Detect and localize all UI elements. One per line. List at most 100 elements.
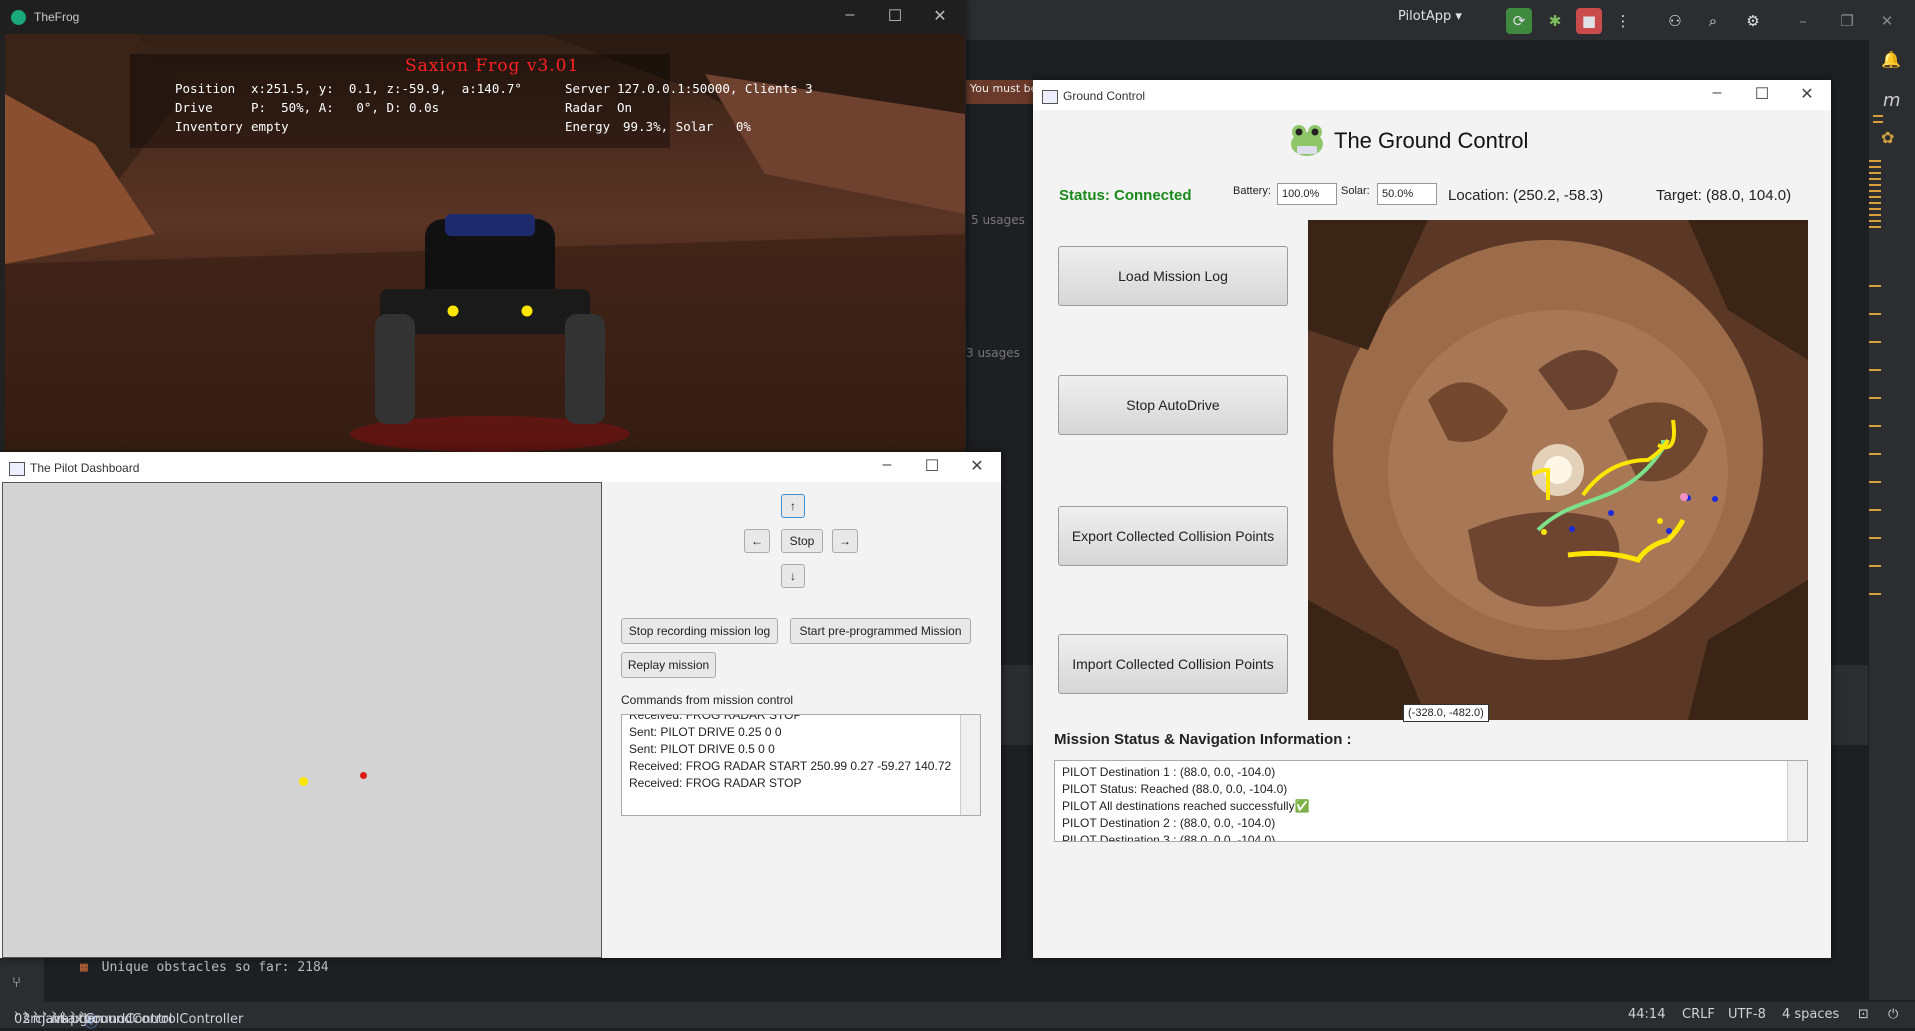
hud-server-value: 127.0.0.1:50000, Clients 3 [617, 81, 813, 96]
lock-icon[interactable]: ⊡ [1858, 1007, 1869, 1022]
search-icon[interactable]: ⌕ [1700, 8, 1726, 34]
terrain-map[interactable] [1308, 220, 1808, 720]
log-line: Sent: PILOT DRIVE 0.5 0 0 [629, 742, 775, 756]
turn-right-button[interactable]: → [832, 529, 858, 553]
radar-canvas[interactable] [2, 482, 602, 958]
stop-recording-button[interactable]: Stop recording mission log [621, 618, 778, 644]
line-separator[interactable]: CRLF [1682, 1007, 1715, 1022]
info-heading: Mission Status & Navigation Information … [1054, 731, 1352, 748]
hud-drive-value: P: 50%, A: 0°, D: 0.0s [251, 100, 440, 115]
maximize-icon[interactable]: ☐ [912, 456, 952, 476]
ground-titlebar[interactable]: Ground Control – ☐ ✕ [1033, 80, 1831, 110]
git-icon[interactable]: ⑂ [12, 973, 21, 991]
drive-forward-button[interactable]: ↑ [781, 494, 805, 518]
maximize-icon[interactable]: ☐ [1742, 84, 1782, 104]
frog-3d-view[interactable]: Saxion Frog v3.01 Position x:251.5, y: 0… [5, 34, 965, 452]
app-icon [9, 462, 25, 476]
frog-logo-icon [1289, 122, 1325, 158]
maven-icon[interactable]: m [1883, 90, 1901, 111]
plugin-icon[interactable]: ✿ [1881, 128, 1894, 147]
file-encoding[interactable]: UTF-8 [1728, 1007, 1766, 1022]
terrain-scene [5, 34, 965, 452]
export-collision-points-button[interactable]: Export Collected Collision Points [1058, 506, 1288, 566]
load-mission-log-button[interactable]: Load Mission Log [1058, 246, 1288, 306]
window-title: TheFrog [34, 10, 80, 24]
log-line: Received: FROG RADAR STOP [629, 776, 802, 790]
error-stripe [1869, 285, 1881, 605]
stop-icon[interactable]: ■ [1576, 8, 1602, 34]
solar-label: Solar: [1341, 185, 1370, 197]
settings-icon[interactable]: ⚙ [1740, 8, 1766, 34]
close-icon[interactable]: ✕ [957, 456, 997, 476]
indent-setting[interactable]: 4 spaces [1782, 1007, 1839, 1022]
commands-log[interactable]: Received: FROG RADAR STOP Sent: PILOT DR… [621, 714, 981, 816]
status-bar: 02 › src › main › java › nl › saxion › p… [0, 1002, 1915, 1031]
hud-energy-label: Energy [565, 119, 611, 134]
replay-mission-button[interactable]: Replay mission [621, 652, 716, 678]
usages-hint: 3 usages [966, 346, 1020, 360]
import-collision-points-button[interactable]: Import Collected Collision Points [1058, 634, 1288, 694]
info-line: PILOT All destinations reached successfu… [1062, 799, 1310, 813]
info-line: PILOT Destination 3 : (88.0, 0.0, -104.0… [1062, 833, 1276, 842]
hud-radar-value: On [617, 100, 633, 115]
debug-icon[interactable]: ✱ [1542, 8, 1568, 34]
usages-hint: 5 usages [971, 213, 1025, 227]
close-icon[interactable]: ✕ [1787, 84, 1827, 104]
minimize-icon[interactable]: – [1697, 84, 1737, 102]
more-icon[interactable]: ⋮ [1610, 8, 1636, 34]
hud-drive-label: Drive [175, 100, 213, 115]
minimize-icon[interactable]: – [867, 456, 907, 474]
app-heading: The Ground Control [1334, 128, 1529, 153]
frog-position-marker [299, 777, 308, 786]
window-title: Ground Control [1063, 89, 1146, 103]
error-stripe [1869, 160, 1881, 230]
map-canvas [1308, 220, 1808, 720]
commands-label: Commands from mission control [621, 693, 794, 707]
rerun-icon[interactable]: ⟳ [1506, 8, 1532, 34]
ide-restore-icon[interactable]: ❐ [1834, 8, 1860, 34]
info-scrollbar[interactable] [1787, 761, 1807, 841]
cursor-position[interactable]: 44:14 [1628, 1007, 1665, 1022]
location-label: Location: (250.2, -58.3) [1448, 187, 1604, 204]
start-mission-button[interactable]: Start pre-programmed Mission [790, 618, 971, 644]
battery-label: Battery: [1233, 185, 1271, 197]
console-line: Unique obstacles so far: 2184 [101, 960, 329, 975]
maximize-icon[interactable]: ☐ [875, 6, 915, 26]
stop-autodrive-button[interactable]: Stop AutoDrive [1058, 375, 1288, 435]
close-icon[interactable]: ✕ [920, 6, 960, 26]
hud-pos-label: Position [175, 81, 236, 96]
battery-field[interactable]: 100.0% [1277, 183, 1337, 205]
turn-left-button[interactable]: ← [744, 529, 770, 553]
app-icon [1042, 90, 1058, 104]
hud-pos-value: x:251.5, y: 0.1, z:-59.9, a:140.7° [251, 81, 522, 96]
drive-backward-button[interactable]: ↓ [781, 564, 805, 588]
hud-server-label: Server [565, 81, 611, 96]
map-coordinate-tooltip: (-328.0, -482.0) [1403, 704, 1489, 722]
hud-inventory-value: empty [251, 119, 289, 134]
info-line: PILOT Destination 2 : (88.0, 0.0, -104.0… [1062, 816, 1276, 830]
ide-minimize-icon[interactable]: – [1790, 8, 1816, 34]
run-config-selector[interactable]: PilotApp ▾ [1398, 9, 1462, 24]
crumb[interactable]: GroundControlController [85, 1012, 244, 1027]
pilot-titlebar[interactable]: The Pilot Dashboard – ☐ ✕ [0, 452, 1001, 482]
brick-icon: ▦ [80, 960, 88, 975]
log-line: Received: FROG RADAR START 250.99 0.27 -… [629, 759, 952, 773]
frog-titlebar[interactable]: TheFrog – ☐ ✕ [0, 0, 966, 34]
hud-radar-label: Radar [565, 100, 603, 115]
log-scrollbar[interactable] [960, 715, 980, 815]
account-icon[interactable]: ⚇ [1662, 8, 1688, 34]
log-line: Received: FROG RADAR STOP [629, 714, 802, 722]
hud-title: Saxion Frog v3.01 [405, 56, 580, 76]
pilot-window: The Pilot Dashboard – ☐ ✕ ↑ ← Stop → ↓ S… [0, 452, 1001, 958]
minimize-icon[interactable]: – [830, 6, 870, 24]
solar-field[interactable]: 50.0% [1377, 183, 1437, 205]
target-label: Target: (88.0, 104.0) [1656, 187, 1792, 204]
ide-close-icon[interactable]: ✕ [1874, 8, 1900, 34]
stop-button[interactable]: Stop [781, 529, 823, 553]
navigation-info-list[interactable]: PILOT Destination 1 : (88.0, 0.0, -104.0… [1054, 760, 1808, 842]
info-line: PILOT Destination 1 : (88.0, 0.0, -104.0… [1062, 765, 1276, 779]
power-icon[interactable]: ⏻ [1888, 1007, 1898, 1022]
notifications-icon[interactable]: 🔔 [1881, 50, 1901, 69]
info-line: PILOT Status: Reached (88.0, 0.0, -104.0… [1062, 782, 1288, 796]
breadcrumb[interactable]: 02 › src › main › java › nl › saxion › p… [14, 1007, 243, 1031]
